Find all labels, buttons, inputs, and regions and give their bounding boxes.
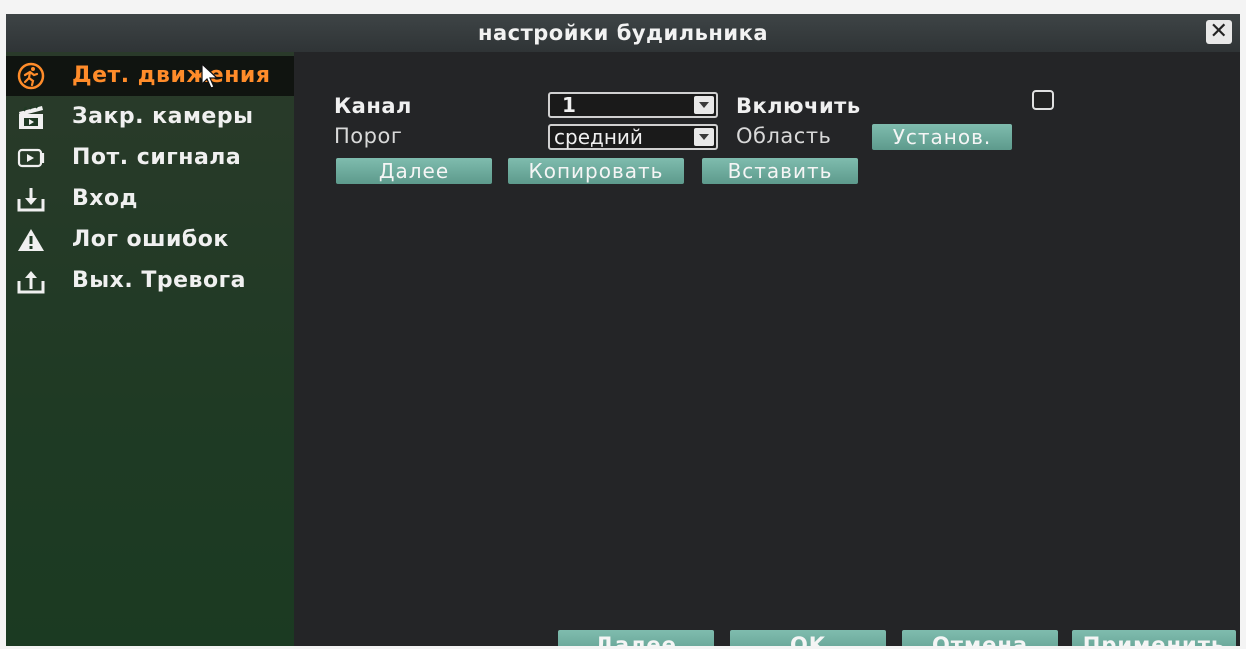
- window-titlebar: настройки будильника ✕: [6, 14, 1240, 52]
- sidebar-item-label: Лог ошибок: [72, 227, 229, 252]
- channel-select[interactable]: 1: [548, 92, 718, 118]
- sidebar-item-label: Вход: [72, 186, 138, 211]
- download-tray-icon: [17, 188, 45, 212]
- area-set-button[interactable]: Установ.: [872, 124, 1012, 150]
- threshold-label: Порог: [334, 124, 403, 148]
- sidebar-item-label: Пот. сигнала: [72, 145, 242, 170]
- video-play-icon: [17, 148, 45, 168]
- upload-tray-icon: [17, 271, 45, 294]
- next-button[interactable]: Далее: [336, 158, 492, 184]
- copy-button[interactable]: Копировать: [508, 158, 684, 184]
- enable-checkbox[interactable]: [1032, 90, 1054, 110]
- running-man-icon: [17, 62, 45, 90]
- sidebar-item-error-log[interactable]: Лог ошибок: [6, 220, 294, 260]
- area-label: Область: [736, 124, 832, 148]
- sidebar: Дет. движения Закр. камеры Пот. сигнала: [6, 52, 294, 646]
- threshold-select[interactable]: средний: [548, 124, 718, 150]
- sidebar-item-motion-detection[interactable]: Дет. движения: [6, 56, 294, 96]
- enable-label: Включить: [736, 94, 861, 118]
- channel-select-value: 1: [562, 93, 576, 117]
- warning-icon: [18, 229, 44, 251]
- chevron-down-icon: [694, 128, 714, 146]
- sidebar-item-video-loss[interactable]: Пот. сигнала: [6, 138, 294, 178]
- close-icon[interactable]: ✕: [1206, 20, 1232, 44]
- paste-button[interactable]: Вставить: [702, 158, 858, 184]
- ok-button[interactable]: OK: [730, 630, 886, 646]
- sidebar-item-label: Вых. Тревога: [72, 268, 246, 293]
- main-panel: Канал 1 Включить Порог средний Область У…: [294, 52, 1240, 646]
- sidebar-item-label: Закр. камеры: [72, 104, 254, 129]
- apply-button[interactable]: Применить: [1072, 630, 1236, 646]
- chevron-down-icon: [694, 96, 714, 114]
- threshold-select-value: средний: [554, 125, 643, 149]
- sidebar-item-camera-blind[interactable]: Закр. камеры: [6, 97, 294, 137]
- sidebar-item-input[interactable]: Вход: [6, 179, 294, 219]
- channel-label: Канал: [334, 94, 412, 118]
- window-title: настройки будильника: [477, 21, 769, 45]
- mouse-cursor-icon: [201, 62, 219, 89]
- sidebar-item-alarm-output[interactable]: Вых. Тревога: [6, 261, 294, 301]
- clapperboard-icon: [19, 104, 43, 129]
- alarm-settings-window: настройки будильника ✕ Дет. движения Зак…: [6, 14, 1240, 646]
- sidebar-item-label: Дет. движения: [72, 63, 271, 88]
- footer-next-button[interactable]: Далее: [558, 630, 714, 646]
- cancel-button[interactable]: Отмена: [902, 630, 1058, 646]
